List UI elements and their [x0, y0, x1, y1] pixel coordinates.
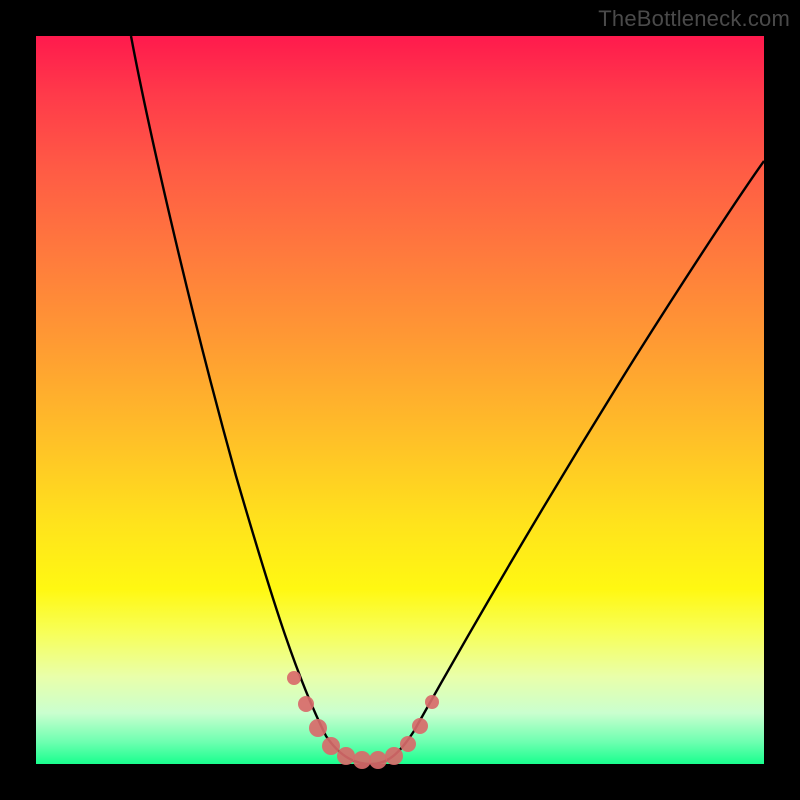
datapoint-markers: [287, 671, 439, 769]
datapoint: [385, 747, 403, 765]
bottleneck-curve: [131, 36, 764, 764]
datapoint: [337, 747, 355, 765]
datapoint: [369, 751, 387, 769]
datapoint: [400, 736, 416, 752]
datapoint: [298, 696, 314, 712]
datapoint: [309, 719, 327, 737]
plot-area: [36, 36, 764, 764]
datapoint: [287, 671, 301, 685]
datapoint: [322, 737, 340, 755]
chart-frame: TheBottleneck.com: [0, 0, 800, 800]
datapoint: [425, 695, 439, 709]
datapoint: [412, 718, 428, 734]
watermark-text: TheBottleneck.com: [598, 6, 790, 32]
datapoint: [353, 751, 371, 769]
chart-svg: [36, 36, 764, 764]
